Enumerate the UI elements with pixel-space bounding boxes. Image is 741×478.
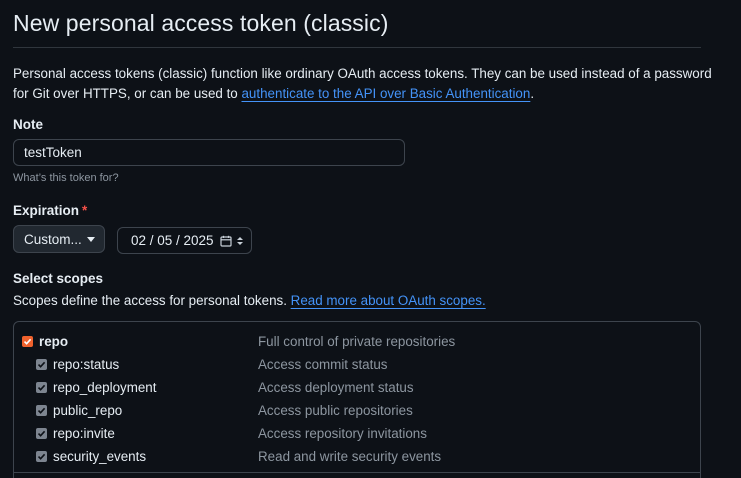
scope-description: Full control of private repositories — [258, 333, 456, 349]
oauth-scopes-link[interactable]: Read more about OAuth scopes. — [291, 293, 486, 308]
scope-description: Read and write security events — [258, 448, 442, 464]
expiration-select[interactable]: Custom... — [13, 225, 105, 253]
scopes-list: repo Full control of private repositorie… — [13, 321, 701, 478]
checkbox-repo[interactable] — [22, 335, 33, 347]
scope-name: security_events — [53, 448, 147, 464]
scope-row-public-repo[interactable]: public_repo Access public repositories — [14, 400, 700, 420]
page: New personal access token (classic) Pers… — [0, 0, 741, 478]
checkbox-repo-deployment[interactable] — [36, 381, 47, 393]
checkbox-public-repo[interactable] — [36, 404, 47, 416]
scope-group-divider — [14, 472, 700, 473]
checkbox-repo-invite[interactable] — [36, 427, 47, 439]
scope-row-repo-invite[interactable]: repo:invite Access repository invitation… — [14, 423, 700, 443]
page-title: New personal access token (classic) — [13, 10, 389, 36]
calendar-icon[interactable] — [219, 235, 232, 247]
spinner-down-icon — [237, 241, 243, 245]
scope-row-security-events[interactable]: security_events Read and write security … — [14, 446, 700, 466]
scope-name: public_repo — [53, 402, 123, 418]
scope-description: Access commit status — [258, 356, 388, 372]
scope-name: repo_deployment — [53, 379, 157, 395]
scope-description: Access public repositories — [258, 402, 413, 418]
expiration-date-input[interactable]: 02 / 05 / 2025 — [117, 227, 252, 254]
note-input[interactable] — [13, 139, 405, 166]
scope-row-repo-deployment[interactable]: repo_deployment Access deployment status — [14, 377, 700, 397]
spinner-icon[interactable] — [237, 236, 243, 245]
scopes-label: Select scopes — [13, 271, 104, 286]
title-divider — [13, 47, 701, 48]
intro-suffix: . — [530, 85, 535, 101]
spinner-up-icon — [237, 236, 243, 240]
scope-description: Access deployment status — [258, 379, 414, 395]
basic-auth-link[interactable]: authenticate to the API over Basic Authe… — [241, 86, 530, 101]
scopes-desc-text: Scopes define the access for personal to… — [13, 293, 291, 308]
scope-name: repo:status — [53, 356, 120, 372]
scope-description: Access repository invitations — [258, 425, 427, 441]
scope-row-repo[interactable]: repo Full control of private repositorie… — [14, 331, 700, 351]
scope-name: repo:invite — [53, 425, 115, 441]
note-help-text: What’s this token for? — [13, 172, 119, 184]
scope-row-repo-status[interactable]: repo:status Access commit status — [14, 354, 700, 374]
date-value: 02 / 05 / 2025 — [131, 233, 214, 248]
note-label: Note — [13, 117, 43, 132]
expiration-select-value: Custom... — [24, 231, 82, 247]
checkbox-security-events[interactable] — [36, 450, 47, 462]
chevron-down-icon — [87, 236, 95, 242]
scope-name: repo — [39, 333, 69, 349]
scopes-description: Scopes define the access for personal to… — [13, 293, 486, 308]
checkbox-repo-status[interactable] — [36, 358, 47, 370]
expiration-label-text: Expiration — [13, 203, 80, 218]
intro-paragraph: Personal access tokens (classic) functio… — [13, 64, 713, 103]
required-marker: * — [82, 203, 88, 218]
expiration-label: Expiration * — [13, 203, 87, 218]
